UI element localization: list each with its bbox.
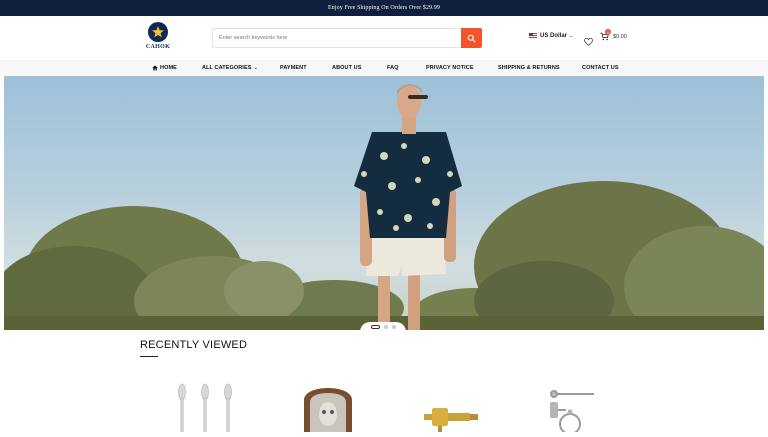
nav-faq-label: FAQ xyxy=(387,65,399,71)
nav-privacy[interactable]: PRIVACY NOTICE xyxy=(426,60,474,76)
logo[interactable]: CAHOK xyxy=(143,22,173,50)
nav-about-label: ABOUT US xyxy=(332,65,362,71)
currency-selector[interactable]: US Dollar ⌄ xyxy=(529,33,573,39)
brass-fitting-product-image xyxy=(424,408,478,432)
nav-home-label: HOME xyxy=(160,65,177,71)
home-icon xyxy=(152,65,158,71)
search-button[interactable] xyxy=(461,28,482,48)
nav-categories-label: ALL CATEGORIES xyxy=(202,65,252,71)
search-icon xyxy=(467,34,476,42)
us-flag-icon xyxy=(529,33,537,39)
product-thumbnail[interactable] xyxy=(298,388,358,432)
product-thumbnail[interactable] xyxy=(540,388,610,435)
recently-viewed-title: RECENTLY VIEWED xyxy=(140,339,248,351)
promo-bar: Enjoy Free Shipping On Orders Over $29.9… xyxy=(0,0,768,16)
heart-icon xyxy=(584,37,593,46)
utensils-product-image xyxy=(178,383,232,433)
nav-about[interactable]: ABOUT US xyxy=(332,60,362,76)
currency-label: US Dollar xyxy=(540,33,568,39)
nav-shipping-label: SHIPPING & RETURNS xyxy=(498,65,560,71)
main-nav: HOME ALL CATEGORIES ⌄ PAYMENT ABOUT US F… xyxy=(0,60,768,76)
carousel-dot[interactable] xyxy=(383,325,388,329)
nav-all-categories[interactable]: ALL CATEGORIES ⌄ xyxy=(202,60,258,76)
product-thumbnail[interactable] xyxy=(420,404,480,432)
nav-faq[interactable]: FAQ xyxy=(387,60,399,76)
star-logo-icon xyxy=(148,22,168,42)
carousel-dots xyxy=(360,322,406,332)
search-input[interactable] xyxy=(212,28,461,48)
nav-shipping[interactable]: SHIPPING & RETURNS xyxy=(498,60,560,76)
nav-payment-label: PAYMENT xyxy=(280,65,307,71)
brand-name: CAHOK xyxy=(145,44,171,50)
nav-payment[interactable]: PAYMENT xyxy=(280,60,307,76)
nav-privacy-label: PRIVACY NOTICE xyxy=(426,65,474,71)
product-thumbnail[interactable] xyxy=(170,378,240,433)
bath-hardware-product-image xyxy=(550,390,594,435)
nav-home[interactable]: HOME xyxy=(152,60,177,76)
search-bar xyxy=(212,28,482,48)
wishlist-button[interactable] xyxy=(584,33,593,51)
hero-banner[interactable] xyxy=(4,76,764,330)
nav-contact-label: CONTACT US xyxy=(582,65,619,71)
wall-decor-product-image xyxy=(304,388,352,432)
promo-text: Enjoy Free Shipping On Orders Over $29.9… xyxy=(328,5,440,11)
hero-image xyxy=(4,84,764,330)
chevron-down-icon: ⌄ xyxy=(569,33,574,39)
cart-total: $0.00 xyxy=(613,33,627,40)
carousel-dot[interactable] xyxy=(370,325,380,329)
cart-button[interactable]: 0 $0.00 xyxy=(600,29,627,41)
cart-count-badge: 0 xyxy=(605,29,611,35)
site-header: CAHOK xyxy=(0,16,768,60)
nav-contact[interactable]: CONTACT US xyxy=(582,60,619,76)
chevron-down-icon: ⌄ xyxy=(253,65,259,71)
carousel-dot[interactable] xyxy=(391,325,396,329)
title-underline xyxy=(140,356,158,357)
